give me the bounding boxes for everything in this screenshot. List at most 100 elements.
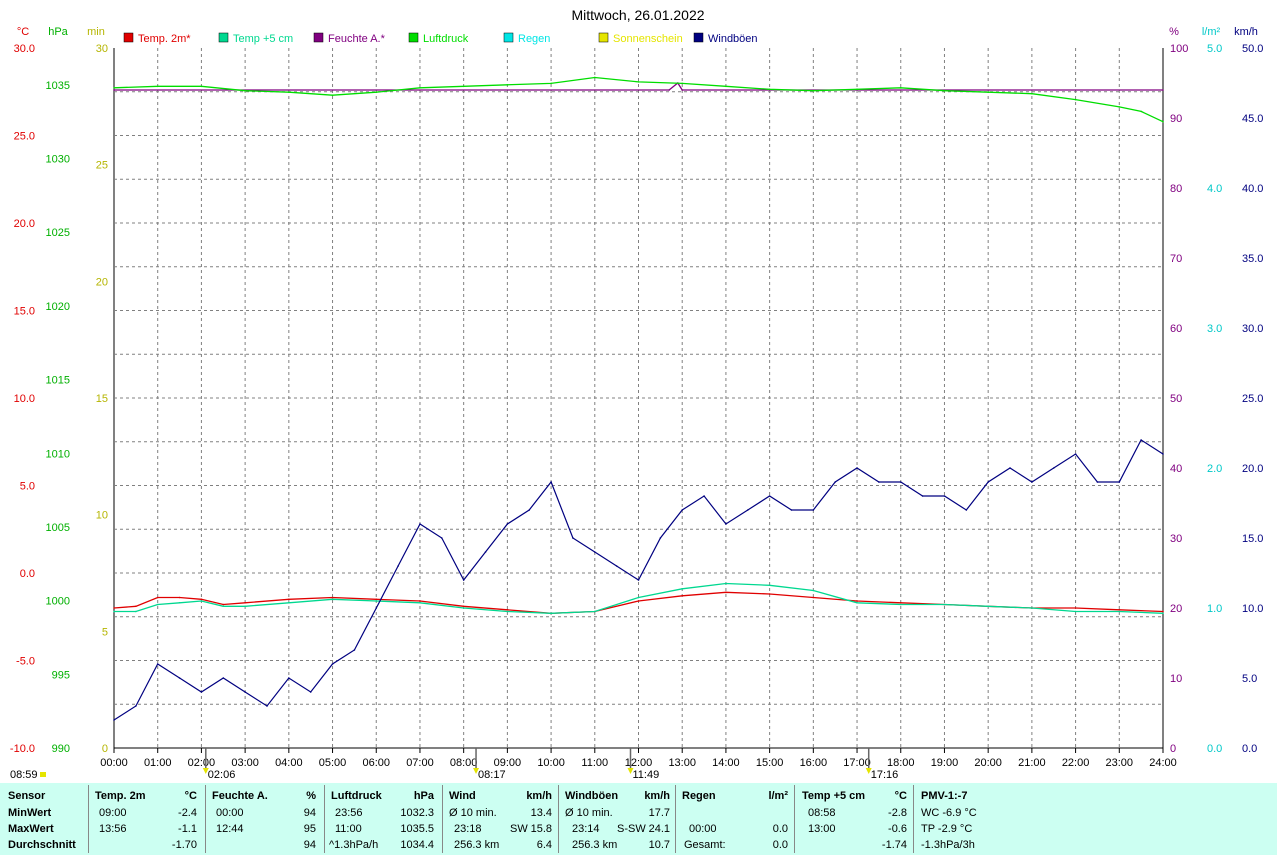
chart-title: Mittwoch, 26.01.2022	[571, 7, 704, 23]
data-point	[1052, 467, 1055, 469]
summary-temp2m: Temp. 2m °C 09:00 -2.4 13:56 -1.1 -1.70	[89, 783, 205, 855]
temp-tick-label: 10.0	[14, 393, 35, 405]
x-tick-label: 24:00	[1149, 757, 1177, 769]
legend-label: Windböen	[708, 33, 758, 45]
data-point	[899, 601, 902, 604]
data-point	[244, 605, 246, 608]
summary-temp5cm: Temp +5 cm °C 08:58 -2.8 13:00 -0.6 -1.7…	[795, 783, 913, 855]
summary-luftdruck: Luftdruck hPa 23:56 1032.3 11:00 1035.5 …	[325, 783, 442, 855]
temp-tick-label: -10.0	[10, 743, 35, 755]
data-point	[812, 589, 815, 592]
data-point	[768, 593, 771, 595]
rain-unit-label: l/m²	[1202, 26, 1221, 38]
data-point	[1096, 481, 1099, 483]
data-point	[288, 677, 290, 679]
rain-tick-label: 5.0	[1207, 43, 1222, 55]
data-point	[331, 663, 334, 665]
data-point	[637, 596, 640, 599]
sun-tick-label: 15	[96, 393, 108, 405]
data-point	[703, 495, 705, 497]
temp2m-max-val: -1.1	[178, 823, 197, 835]
x-tick-label: 17:00	[843, 757, 871, 769]
humidity-tick-label: 50	[1170, 393, 1182, 405]
temp2m-min-time: 09:00	[99, 807, 127, 819]
wind-tick-label: 0.0	[1242, 743, 1257, 755]
sun-unit-label: min	[87, 26, 105, 38]
humidity-tick-label: 40	[1170, 463, 1182, 475]
data-point	[834, 481, 836, 483]
legend-label: Temp +5 cm	[233, 33, 293, 45]
summary-wind: Wind km/h Ø 10 min. 13.4 23:18 SW 15.8 2…	[443, 783, 558, 855]
data-point	[659, 537, 662, 539]
data-point	[1074, 453, 1077, 455]
wind-tick-label: 35.0	[1242, 253, 1263, 265]
temp-tick-label: 15.0	[14, 306, 35, 318]
data-point	[768, 495, 771, 497]
data-point	[943, 89, 946, 92]
x-tick-label: 21:00	[1018, 757, 1046, 769]
temp-tick-label: 30.0	[14, 43, 35, 55]
pmv-windchill: WC -6.9 °C	[921, 807, 977, 819]
regen-max-time: 00:00	[689, 823, 717, 835]
legend-swatch	[503, 32, 514, 43]
temp-tick-label: 0.0	[20, 568, 35, 580]
data-point	[1009, 467, 1011, 469]
data-point	[681, 587, 684, 590]
data-point	[331, 94, 334, 96]
sun-tick-label: 5	[102, 626, 108, 638]
regen-title: Regen	[682, 790, 716, 802]
rain-tick-label: 4.0	[1207, 183, 1222, 195]
wind-tick-label: 20.0	[1242, 463, 1263, 475]
temp5cm-min-val: -2.8	[888, 807, 907, 819]
x-tick-label: 03:00	[231, 757, 259, 769]
legend-swatch	[123, 32, 134, 43]
data-point	[572, 537, 574, 539]
data-point	[266, 705, 268, 707]
wind-unit-label: km/h	[1234, 26, 1258, 38]
luftdruck-title: Luftdruck	[331, 790, 382, 802]
wind-tick-label: 40.0	[1242, 183, 1263, 195]
temp5cm-title: Temp +5 cm	[802, 790, 866, 802]
feuchte-min-val: 94	[303, 807, 316, 819]
legend-label: Regen	[518, 33, 550, 45]
data-point	[113, 610, 115, 613]
temp-tick-label: 5.0	[20, 481, 35, 493]
data-point	[288, 601, 290, 604]
data-point	[419, 600, 421, 602]
x-tick-label: 09:00	[494, 757, 522, 769]
data-point	[1118, 610, 1121, 613]
temp5cm-max-time: 13:00	[808, 823, 836, 835]
data-point	[484, 551, 487, 553]
x-tick-label: 15:00	[756, 757, 784, 769]
data-point	[200, 85, 203, 88]
luftdruck-min-time: 23:56	[335, 807, 363, 819]
data-point	[899, 603, 902, 606]
temp2m-unit: °C	[184, 790, 197, 802]
wind-tick-label: 45.0	[1242, 113, 1263, 125]
data-point	[725, 582, 727, 585]
temp-tick-label: -5.0	[16, 656, 35, 668]
marker-time-label: 17:16	[871, 769, 899, 781]
wind-max-dir: SW	[510, 823, 528, 835]
data-point	[113, 89, 115, 91]
weather-chart: 00:00 01:00 02:00 03:00 04:00 05:00 06:00 07:00…	[10, 7, 1264, 781]
luftdruck-max-val: 1035.5	[400, 823, 434, 835]
data-point	[593, 551, 596, 553]
data-point	[462, 85, 465, 88]
wind-unit: km/h	[526, 790, 552, 802]
temp2m-max-time: 13:56	[99, 823, 127, 835]
data-point	[856, 88, 858, 91]
data-point	[593, 76, 596, 79]
data-point	[178, 677, 181, 679]
data-point	[812, 89, 815, 92]
x-tick-label: 05:00	[319, 757, 347, 769]
x-tick-label: 19:00	[931, 757, 959, 769]
data-point	[1074, 98, 1077, 101]
legend-item: Sonnenschein	[598, 32, 683, 45]
data-point	[856, 467, 858, 469]
temp2m-min-val: -2.4	[178, 807, 197, 819]
sun-tick-label: 10	[96, 510, 108, 522]
data-point	[1074, 607, 1077, 609]
summary-panel: Sensor MinWert MaxWert Durchschnitt Temp…	[0, 783, 1277, 855]
temp-tick-label: 25.0	[14, 131, 35, 143]
